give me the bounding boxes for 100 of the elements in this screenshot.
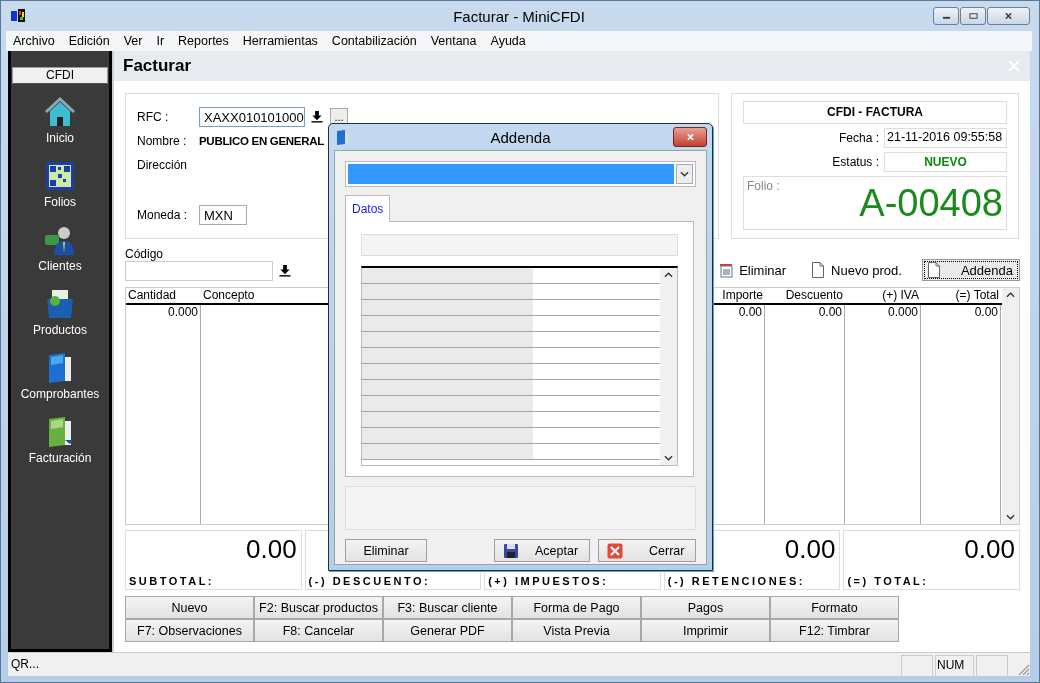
field-label: Código [125, 247, 165, 261]
table-cell-text: 0.00 [817, 305, 843, 321]
status-indicator: NUM [935, 655, 974, 676]
total-label: SUBTOTAL: [129, 575, 216, 587]
status-message: QR... [10, 656, 40, 673]
toolbar-button[interactable]: Eliminar [714, 259, 793, 281]
field-label: Fecha : [838, 131, 879, 145]
table-cell-text: 0.00 [973, 305, 999, 321]
text-field[interactable] [361, 234, 678, 256]
table-cell-text: 0.000 [166, 305, 199, 321]
dialog-button[interactable]: Cerrar [598, 539, 696, 562]
page-title: Facturar [123, 56, 192, 76]
sidebar-label: Clientes [38, 259, 82, 273]
scroll-up-icon[interactable] [1006, 292, 1015, 298]
column-header[interactable]: Cantidad [126, 288, 201, 303]
total-value: 0.00 [963, 534, 1015, 564]
menu-item[interactable]: Ir [149, 34, 172, 48]
action-button[interactable]: Pagos [641, 596, 770, 619]
sidebar-label: Folios [44, 195, 76, 209]
action-button[interactable]: F12: Timbrar [770, 619, 899, 642]
book-icon [334, 129, 350, 145]
document-icon [811, 262, 826, 278]
scroll-down-icon[interactable] [664, 455, 673, 461]
app-icon [10, 8, 26, 24]
scroll-up-icon[interactable] [664, 272, 673, 278]
sidebar-item[interactable]: Inicio [43, 95, 77, 159]
total-label: (-) DESCUENTO: [308, 575, 432, 587]
folio-label: Folio : [747, 179, 780, 195]
close-icon [1004, 13, 1013, 19]
sidebar-label: Comprobantes [20, 387, 100, 401]
action-button[interactable]: F8: Cancelar [254, 619, 383, 642]
sidebar-header: CFDI [12, 67, 108, 84]
menu-item[interactable]: Ayuda [483, 34, 533, 48]
total-label: (=) TOTAL: [847, 575, 930, 587]
total-value: 0.00 [245, 534, 297, 564]
menu-item[interactable]: Herramientas [235, 34, 325, 48]
action-button[interactable]: Nuevo [125, 596, 254, 619]
minimize-button[interactable] [933, 7, 959, 25]
action-button[interactable]: Forma de Pago [512, 596, 641, 619]
action-button[interactable]: Vista Previa [512, 619, 641, 642]
code-field[interactable] [125, 261, 273, 281]
dialog-button[interactable]: Eliminar [345, 539, 427, 562]
tab[interactable]: Datos [345, 195, 391, 222]
window-title: Facturar - MiniCFDI [452, 8, 586, 25]
action-button[interactable]: Generar PDF [383, 619, 512, 642]
toolbar-button[interactable]: Addenda [921, 259, 1020, 281]
status-field: NUEVO [884, 152, 1007, 172]
field-label: Estatus : [832, 155, 879, 169]
scrollbar[interactable] [660, 268, 677, 465]
action-button[interactable]: Imprimir [641, 619, 770, 642]
table-cell-text: 0.00 [737, 305, 763, 321]
document-list-icon [719, 262, 734, 278]
menu-item[interactable]: Archivo [6, 34, 62, 48]
menu-item[interactable]: Ver [116, 34, 150, 48]
total-label: (+) IMPUESTOS: [488, 575, 610, 587]
action-button[interactable]: F7: Observaciones [125, 619, 254, 642]
column-header[interactable]: (+) IVA [845, 288, 921, 303]
scrollbar[interactable] [1002, 288, 1019, 524]
menu-item[interactable]: Contabilización [324, 34, 424, 48]
sidebar-item[interactable]: Comprobantes [20, 351, 100, 415]
currency-field[interactable]: MXN [199, 205, 247, 225]
total-label: (-) RETENCIONES: [667, 575, 806, 587]
close-button[interactable] [673, 127, 707, 147]
action-button[interactable]: Formato [770, 596, 899, 619]
house-icon [43, 95, 77, 129]
menu-item[interactable]: Reportes [171, 34, 236, 48]
field-label: Moneda : [137, 208, 189, 222]
sidebar-label: Inicio [46, 131, 74, 145]
close-icon [685, 134, 695, 140]
action-button[interactable]: F2: Buscar productos [254, 596, 383, 619]
sidebar-item[interactable]: Clientes [38, 223, 82, 287]
sidebar-item[interactable]: Folios [43, 159, 77, 223]
dialog-button[interactable]: Aceptar [494, 539, 590, 562]
column-header[interactable]: (=) Total [921, 288, 1001, 303]
browse-button[interactable]: ... [330, 108, 348, 126]
download-icon[interactable] [311, 111, 323, 123]
folio-number: A-00408 [859, 181, 1003, 226]
dialog-title: Addenda [489, 129, 552, 146]
sidebar-label: Productos [33, 323, 87, 337]
table-cell-text: 0.000 [886, 305, 919, 321]
close-button[interactable] [987, 7, 1030, 25]
scroll-down-icon[interactable] [1006, 514, 1015, 520]
rfc-field[interactable]: XAXX010101000 [199, 107, 305, 127]
qr-code-icon [43, 159, 77, 193]
field-label: Dirección [137, 158, 188, 172]
field-label: RFC : [137, 110, 170, 124]
sidebar-item[interactable]: Facturación [28, 415, 92, 479]
sidebar-item[interactable]: Productos [33, 287, 87, 351]
close-icon [607, 542, 623, 559]
date-field[interactable]: 21-11-2016 09:55:58 [884, 128, 1007, 148]
toolbar-button[interactable]: Nuevo prod. [806, 259, 908, 281]
menu-item[interactable]: Ventana [423, 34, 484, 48]
action-button[interactable]: F3: Buscar cliente [383, 596, 512, 619]
restore-button[interactable] [960, 7, 986, 25]
column-header[interactable]: Descuento [765, 288, 845, 303]
sidebar-label: Facturación [28, 451, 92, 465]
download-icon[interactable] [279, 265, 291, 277]
restore-icon [968, 13, 978, 19]
menu-item[interactable]: Edición [61, 34, 117, 48]
document-type: CFDI - FACTURA [743, 101, 1007, 124]
